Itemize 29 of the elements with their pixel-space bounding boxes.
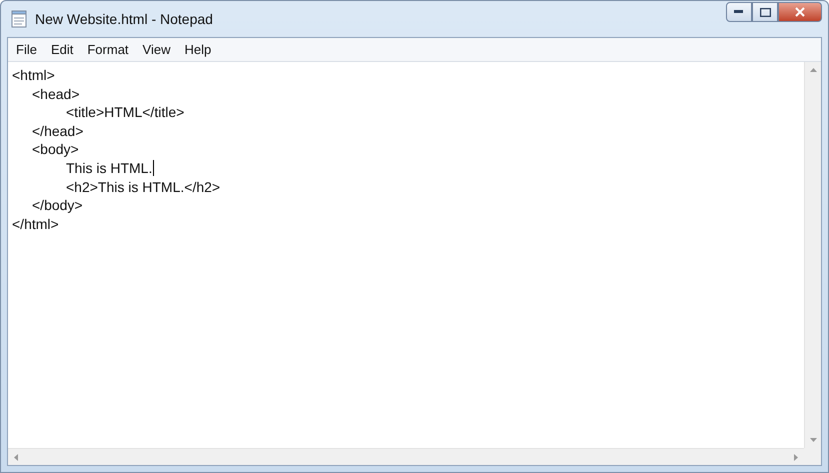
scroll-up-icon[interactable] xyxy=(810,68,816,72)
code-line: </head> xyxy=(32,122,84,140)
code-line: <h2>This is HTML.</h2> xyxy=(66,178,220,196)
code-line: <head> xyxy=(32,84,80,104)
close-button[interactable] xyxy=(778,2,822,22)
menu-item[interactable]: View xyxy=(136,40,176,59)
maximize-icon xyxy=(760,8,770,16)
notepad-icon xyxy=(11,10,27,28)
horizontal-scrollbar[interactable] xyxy=(8,448,804,465)
window-title: New Website.html - Notepad xyxy=(35,11,214,27)
close-icon xyxy=(795,7,805,17)
code-line: <html> xyxy=(12,66,55,85)
code-line: <body> xyxy=(32,140,79,159)
text-editor[interactable]: <html> <head> <title>HTML</title> </head> <body> This is HTML. <h2>This is HTML.</h2> </body> </html> xyxy=(8,62,804,448)
code-line: <title>HTML</title> xyxy=(66,103,184,122)
menu-item[interactable]: File xyxy=(10,40,43,59)
menu-item[interactable]: Edit xyxy=(44,40,80,59)
maximize-button[interactable] xyxy=(752,2,778,22)
minimize-icon xyxy=(734,10,744,14)
menu-item[interactable]: Help xyxy=(178,40,218,59)
menu-item[interactable]: Format xyxy=(81,40,135,59)
scroll-down-icon[interactable] xyxy=(810,438,816,442)
minimize-button[interactable] xyxy=(726,2,752,22)
vertical-scrollbar[interactable] xyxy=(804,62,821,448)
code-line: This is HTML. xyxy=(66,158,152,178)
scroll-left-icon[interactable] xyxy=(14,454,18,460)
code-line: </body> xyxy=(32,196,83,215)
code-line: </html> xyxy=(12,214,59,234)
scroll-right-icon[interactable] xyxy=(794,454,798,460)
